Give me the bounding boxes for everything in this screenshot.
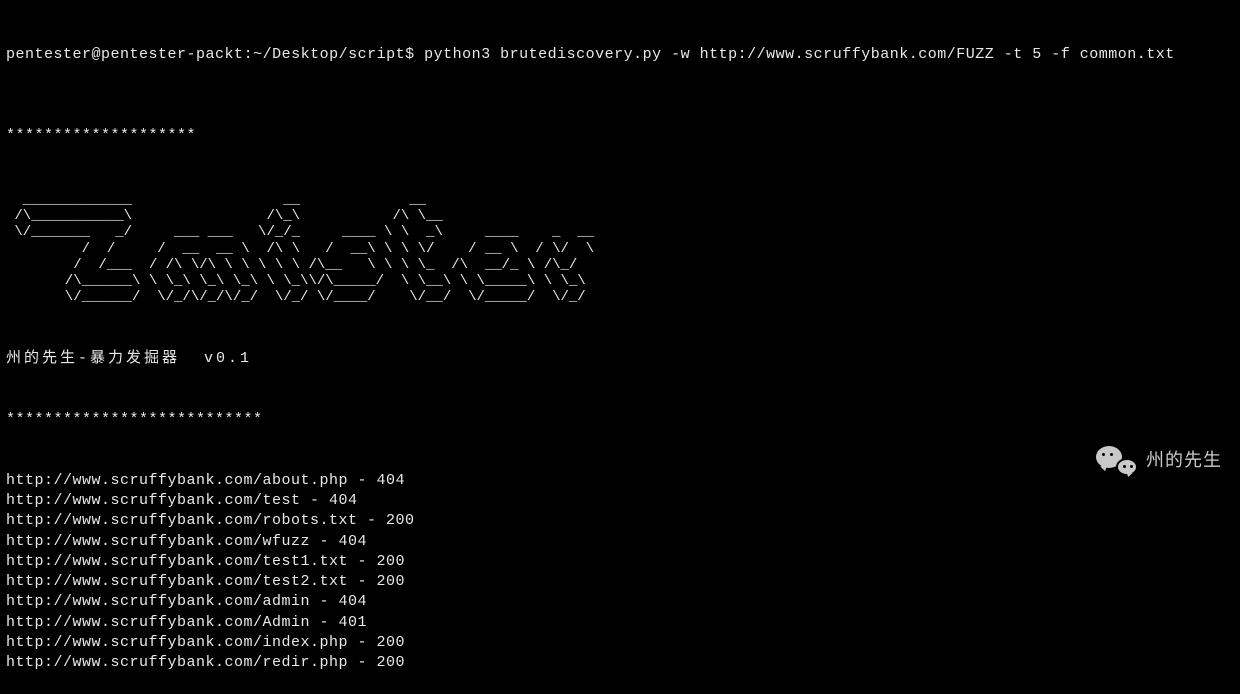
prompt-host: pentester-packt <box>101 46 244 63</box>
result-line: http://www.scruffybank.com/wfuzz - 404 <box>6 532 1234 552</box>
terminal-output: pentester@pentester-packt:~/Desktop/scri… <box>6 4 1234 694</box>
result-line: http://www.scruffybank.com/Admin - 401 <box>6 613 1234 633</box>
separator-mid: *************************** <box>6 410 1234 430</box>
results-list: http://www.scruffybank.com/about.php - 4… <box>6 471 1234 674</box>
result-line: http://www.scruffybank.com/test2.txt - 2… <box>6 572 1234 592</box>
result-line: http://www.scruffybank.com/test - 404 <box>6 491 1234 511</box>
shell-prompt-line[interactable]: pentester@pentester-packt:~/Desktop/scri… <box>6 45 1234 65</box>
ascii-banner: _____________ __ __ /\___________\ /\_\ … <box>6 192 1234 305</box>
result-line: http://www.scruffybank.com/redir.php - 2… <box>6 653 1234 673</box>
command-text: python3 brutediscovery.py -w http://www.… <box>424 46 1175 63</box>
result-line: http://www.scruffybank.com/admin - 404 <box>6 592 1234 612</box>
prompt-user: pentester <box>6 46 92 63</box>
wechat-icon <box>1096 446 1138 474</box>
prompt-cwd: ~/Desktop/script <box>253 46 405 63</box>
tool-title: 州的先生-暴力发掘器 v0.1 <box>6 349 1234 369</box>
result-line: http://www.scruffybank.com/test1.txt - 2… <box>6 552 1234 572</box>
blank-line <box>25 86 35 103</box>
result-line: http://www.scruffybank.com/robots.txt - … <box>6 511 1234 531</box>
result-line: http://www.scruffybank.com/index.php - 2… <box>6 633 1234 653</box>
result-line: http://www.scruffybank.com/about.php - 4… <box>6 471 1234 491</box>
watermark-text: 州的先生 <box>1146 448 1222 472</box>
separator-top: ******************** <box>6 126 1234 146</box>
watermark: 州的先生 <box>1096 446 1222 474</box>
